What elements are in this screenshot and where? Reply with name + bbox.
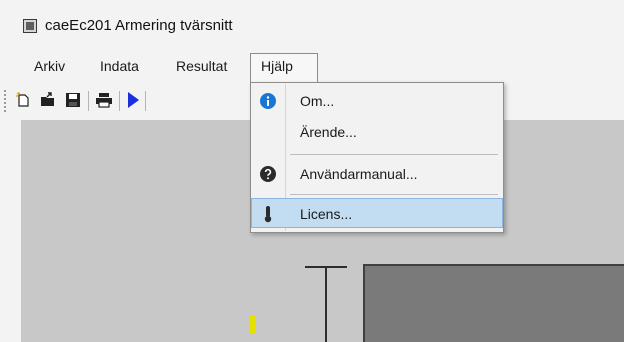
help-icon [260,166,276,182]
toolbar-grip[interactable] [4,90,6,112]
app-window-icon [23,19,37,33]
menu-item-arende-label: Ärende... [300,124,357,140]
menu-item-licens[interactable] [251,198,503,228]
menu-indata[interactable]: Indata [100,58,139,74]
dimension-line-vertical [325,266,327,342]
menu-item-anvandarmanual-label: Användarmanual... [300,166,418,182]
menu-item-om-label: Om... [300,93,335,109]
toolbar-separator [145,91,146,111]
open-folder-button[interactable] [39,91,57,109]
reinforcement-marker [250,316,256,334]
new-file-button[interactable] [14,91,32,109]
info-icon [260,93,276,109]
toolbar-separator [119,91,120,111]
title-bar: caeEc201 Armering tvärsnitt [0,0,624,50]
workspace-left-border [0,120,21,342]
toolbar-separator [88,91,89,111]
run-button[interactable] [124,91,142,109]
cross-section-shape[interactable] [363,264,624,342]
run-icon [128,92,139,108]
open-folder-icon [41,92,54,106]
new-file-icon [16,92,29,107]
print-icon [96,93,112,108]
window-title: caeEc201 Armering tvärsnitt [45,17,233,34]
menu-item-om[interactable] [251,85,503,115]
menu-hjalp[interactable]: Hjälp [261,58,293,74]
thermometer-icon [260,206,276,223]
menu-separator [290,194,498,195]
menu-item-licens-label: Licens... [300,206,353,222]
save-button[interactable] [64,91,82,109]
save-icon [66,93,80,107]
menu-resultat[interactable]: Resultat [176,58,227,74]
menu-arkiv[interactable]: Arkiv [34,58,65,74]
menu-separator [290,154,498,155]
print-button[interactable] [95,91,113,109]
menu-item-arende[interactable] [251,116,503,146]
